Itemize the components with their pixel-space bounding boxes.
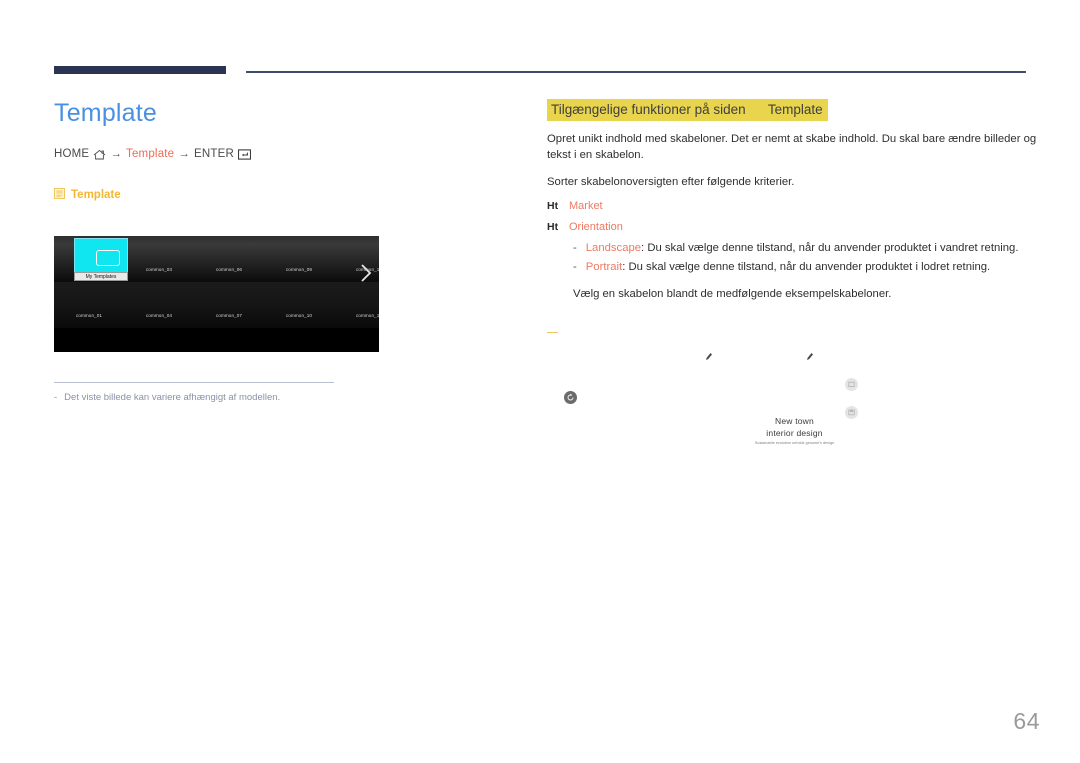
preview-caption: New town interior design Sustainable evo… xyxy=(547,415,1042,448)
header-rule-thin xyxy=(246,71,1026,73)
preview-caption-line-1: New town xyxy=(775,416,814,426)
my-templates-tile[interactable] xyxy=(74,238,128,276)
refresh-circle-icon[interactable] xyxy=(564,391,577,404)
template-tile-label: common_04 xyxy=(145,313,173,318)
left-column: Template HOME → Template → ENTER Templat… xyxy=(54,96,514,204)
template-page-icon xyxy=(54,186,65,204)
template-tile-label: common_07 xyxy=(215,313,243,318)
template-section-text: Template xyxy=(71,189,121,201)
template-tile[interactable]: common_09 xyxy=(264,236,334,282)
page-number: 64 xyxy=(1013,708,1040,734)
sub-item-text: : Du skal vælge denne tilstand, når du a… xyxy=(641,241,1019,254)
preview-caption-line-2: interior design xyxy=(766,428,823,438)
orientation-sub-list: - Landscape: Du skal vælge denne tilstan… xyxy=(547,240,1042,300)
breadcrumb-arrow-2: → xyxy=(178,148,190,160)
template-tile[interactable]: common_13 xyxy=(334,282,379,328)
page-title: Template xyxy=(54,99,158,127)
criteria-item-orientation: Ht Orientation xyxy=(547,221,1042,233)
template-tile[interactable]: common_03 xyxy=(124,236,194,282)
template-tile[interactable]: common_10 xyxy=(264,282,334,328)
sub-item-dash: - xyxy=(573,241,577,254)
template-tile-label: common_13 xyxy=(355,313,379,318)
criteria-label: Market xyxy=(569,199,603,212)
criteria-item-market: Ht Market xyxy=(547,200,1042,212)
breadcrumb-template-label[interactable]: Template xyxy=(126,148,174,160)
sub-item-dash: - xyxy=(573,260,577,273)
template-tile-label: common_01 xyxy=(75,313,103,318)
footnote-dash: - xyxy=(54,392,58,403)
footnote: - Det viste billede kan variere afhængig… xyxy=(54,391,474,405)
pin-icon xyxy=(805,348,814,360)
template-tile[interactable]: common_04 xyxy=(124,282,194,328)
my-templates-label: My Templates xyxy=(74,272,128,281)
template-section-label: Template xyxy=(54,186,514,204)
section-heading: Tilgængelige funktioner på siden Templat… xyxy=(547,99,828,121)
monitor-icon xyxy=(96,250,120,266)
pin-icon xyxy=(704,348,713,360)
image-circle-icon[interactable] xyxy=(845,378,858,391)
header-rules xyxy=(54,66,1026,76)
sub-item-term: Landscape xyxy=(585,241,642,254)
template-tile[interactable]: common_06 xyxy=(194,236,264,282)
template-list-screenshot: common_03 common_06 common_09 common_12 … xyxy=(54,236,379,352)
template-preview-screenshot: New town interior design Sustainable evo… xyxy=(547,333,1042,463)
criteria-label: Orientation xyxy=(569,220,623,233)
template-tile-label: common_10 xyxy=(285,313,313,318)
template-tile[interactable]: common_01 xyxy=(54,282,124,328)
sub-item-text: : Du skal vælge denne tilstand, når du a… xyxy=(622,260,991,273)
sub-item-portrait: - Portrait: Du skal vælge denne tilstand… xyxy=(573,259,1042,275)
breadcrumb-enter-label: ENTER xyxy=(193,148,234,160)
closing-paragraph: Vælg en skabelon blandt de medfølgende e… xyxy=(573,287,892,300)
breadcrumb-arrow-1: → xyxy=(110,148,123,160)
template-tile-label: common_09 xyxy=(285,267,313,272)
sort-paragraph: Sorter skabelonoversigten efter følgende… xyxy=(547,176,795,188)
template-tile[interactable]: common_07 xyxy=(194,282,264,328)
breadcrumb-home-label: HOME xyxy=(54,148,90,160)
template-tile-label: common_03 xyxy=(145,267,173,272)
right-column: Tilgængelige funktioner på siden Templat… xyxy=(547,99,1042,348)
header-rule-thick xyxy=(54,66,226,74)
footnote-divider xyxy=(54,382,334,383)
template-tile-label: common_06 xyxy=(215,267,243,272)
sub-item-landscape: - Landscape: Du skal vælge denne tilstan… xyxy=(573,240,1042,256)
criteria-bullet-icon: Ht xyxy=(547,220,559,233)
footnote-text: Det viste billede kan variere afhængigt … xyxy=(64,392,281,403)
home-icon xyxy=(93,149,106,160)
enter-key-icon xyxy=(237,148,251,160)
chevron-right-icon[interactable] xyxy=(359,262,373,284)
breadcrumb: HOME → Template → ENTER xyxy=(54,148,514,160)
preview-caption-line-3: Sustainable evolution unfolds genome's d… xyxy=(754,441,835,445)
sub-item-term: Portrait xyxy=(585,260,623,273)
criteria-bullet-icon: Ht xyxy=(547,199,559,212)
template-row-bottom: common_01 common_04 common_07 common_10 … xyxy=(54,282,379,328)
intro-paragraph: Opret unikt indhold med skabeloner. Det … xyxy=(547,133,1037,161)
criteria-list: Ht Market Ht Orientation - Landscape: Du… xyxy=(547,200,1042,300)
